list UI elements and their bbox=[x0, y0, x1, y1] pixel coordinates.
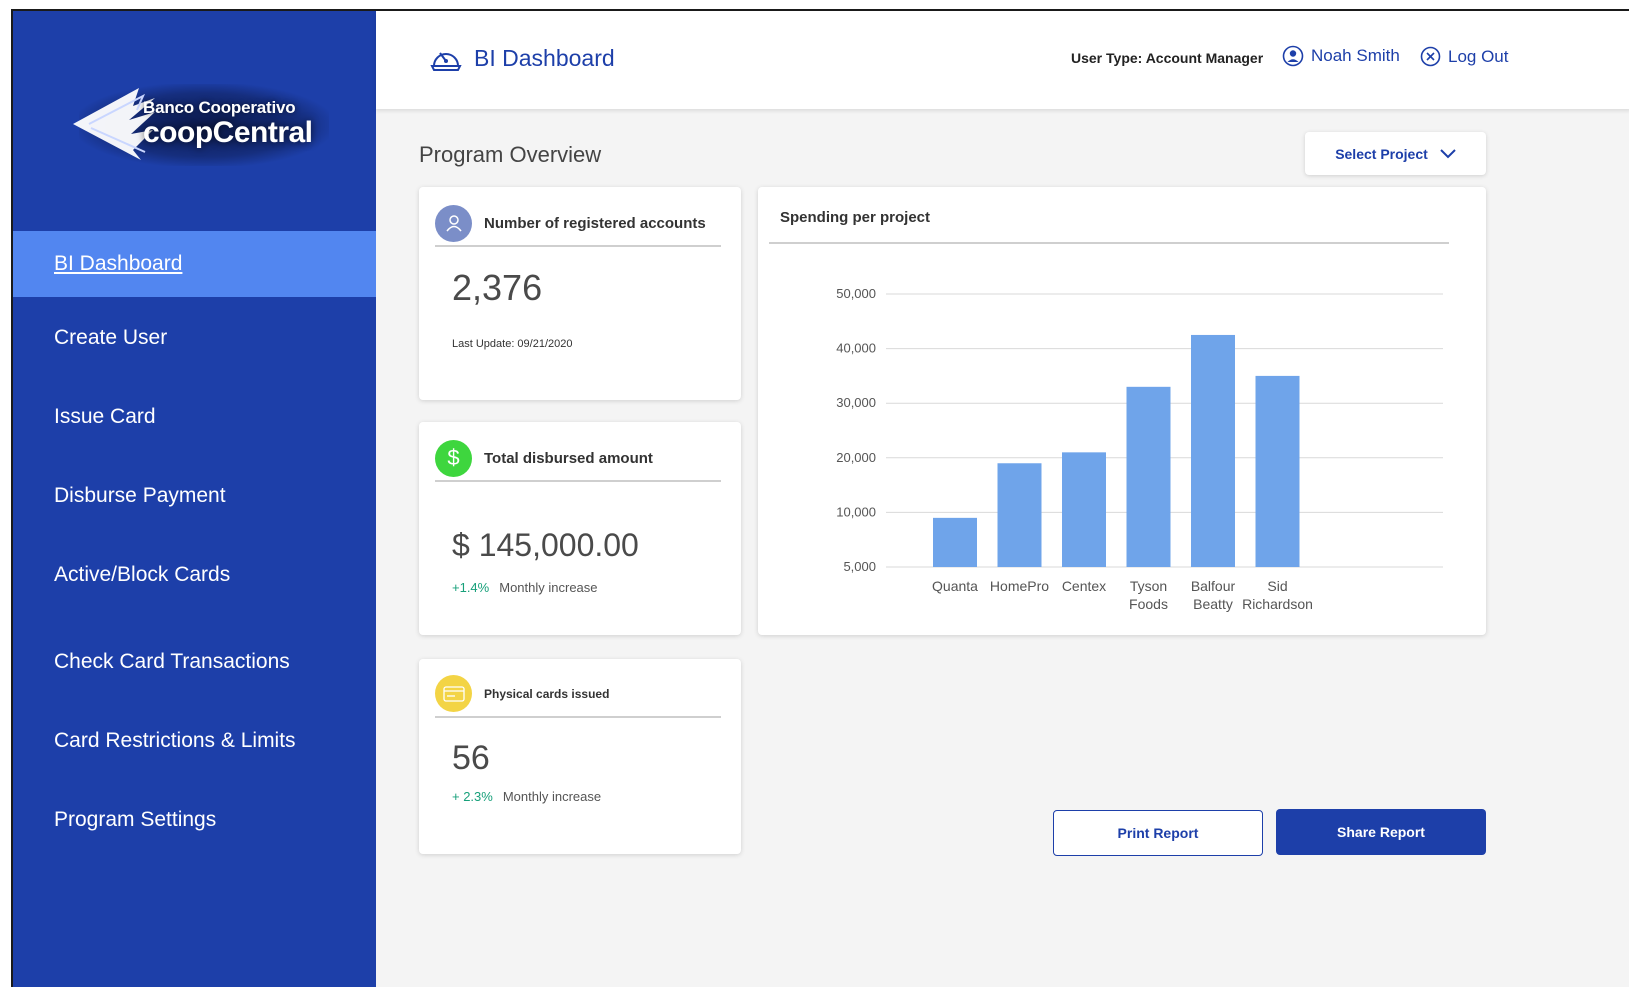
user-icon bbox=[435, 204, 472, 242]
credit-card-icon bbox=[435, 675, 472, 712]
sidebar-item-card-restrictions[interactable]: Card Restrictions & Limits bbox=[13, 708, 376, 774]
x-tick-label: Balfour bbox=[1191, 578, 1236, 594]
registered-accounts-label: Number of registered accounts bbox=[484, 214, 706, 232]
sidebar-item-issue-card[interactable]: Issue Card bbox=[13, 384, 376, 450]
x-tick-label: Sid bbox=[1267, 578, 1287, 594]
bank-logo: Banco Cooperativo coopCentral bbox=[69, 76, 329, 172]
user-profile-link[interactable]: Noah Smith bbox=[1282, 45, 1400, 67]
speedometer-icon bbox=[430, 52, 462, 71]
app-frame: Banco Cooperativo coopCentral BI Dashboa… bbox=[11, 9, 1629, 987]
y-tick-label: 20,000 bbox=[836, 450, 876, 465]
physical-change: + 2.3% bbox=[452, 789, 493, 804]
bar[interactable] bbox=[1126, 386, 1171, 567]
physical-cards-card: Physical cards issued 56 + 2.3% Monthly i… bbox=[419, 659, 741, 854]
logo-line1: Banco Cooperativo bbox=[143, 98, 296, 117]
x-tick-label: Beatty bbox=[1193, 596, 1233, 612]
sidebar-item-check-card-transactions[interactable]: Check Card Transactions bbox=[13, 629, 376, 695]
y-tick-label: 50,000 bbox=[836, 286, 876, 301]
total-disbursed-label: Total disbursed amount bbox=[484, 449, 653, 467]
bar[interactable] bbox=[1062, 452, 1106, 567]
bar[interactable] bbox=[933, 517, 977, 567]
sidebar-item-program-settings[interactable]: Program Settings bbox=[13, 787, 376, 853]
physical-change-label: Monthly increase bbox=[502, 789, 602, 804]
bar[interactable] bbox=[997, 463, 1042, 567]
logo-line2: coopCentral bbox=[143, 116, 313, 149]
registered-accounts-value: 2,376 bbox=[452, 267, 543, 308]
sidebar-item-disburse-payment[interactable]: Disburse Payment bbox=[13, 463, 376, 529]
share-report-button[interactable]: Share Report bbox=[1276, 809, 1486, 855]
sidebar-item-create-user[interactable]: Create User bbox=[13, 305, 376, 371]
logout-link[interactable]: Log Out bbox=[1420, 46, 1509, 67]
y-tick-label: 40,000 bbox=[836, 341, 876, 356]
dollar-icon: $ bbox=[435, 439, 472, 477]
y-tick-label: 30,000 bbox=[836, 395, 876, 410]
y-tick-label: 5,000 bbox=[843, 559, 876, 574]
total-disbursed-card: $ Total disbursed amount $ 145,000.00 +1… bbox=[419, 422, 741, 635]
x-tick-label: Tyson bbox=[1130, 578, 1167, 594]
bar[interactable] bbox=[1255, 375, 1300, 567]
disbursed-change: +1.4% bbox=[452, 580, 490, 595]
disbursed-change-label: Monthly increase bbox=[499, 580, 598, 595]
x-tick-label: Quanta bbox=[932, 578, 978, 594]
last-update-text: Last Update: 09/21/2020 bbox=[452, 338, 573, 350]
y-tick-label: 10,000 bbox=[836, 504, 876, 519]
chevron-down-icon bbox=[1440, 148, 1456, 158]
x-tick-label: Foods bbox=[1129, 596, 1168, 612]
user-name: Noah Smith bbox=[1311, 46, 1400, 65]
physical-cards-label: Physical cards issued bbox=[484, 686, 610, 701]
bar[interactable] bbox=[1191, 334, 1235, 567]
sidebar: Banco Cooperativo coopCentral BI Dashboa… bbox=[13, 11, 376, 987]
select-project-label: Select Project bbox=[1335, 145, 1428, 162]
section-title: Program Overview bbox=[419, 142, 602, 167]
user-circle-icon bbox=[1282, 45, 1304, 67]
x-tick-label: Centex bbox=[1062, 578, 1106, 594]
header-title-group: BI Dashboard bbox=[430, 44, 615, 72]
user-type-label: User Type: Account Manager bbox=[1071, 50, 1264, 66]
x-tick-label: Richardson bbox=[1242, 596, 1313, 612]
logout-label: Log Out bbox=[1448, 46, 1509, 66]
page-title: BI Dashboard bbox=[474, 44, 615, 71]
spending-chart-card: Spending per project 5,000 10,000 20,000 30… bbox=[758, 187, 1486, 635]
registered-accounts-card: Number of registered accounts 2,376 Last… bbox=[419, 187, 741, 400]
top-header: BI Dashboard User Type: Account Manager … bbox=[376, 11, 1629, 109]
spending-bar-chart: 5,000 10,000 20,000 30,000 40,000 50,000 Quant… bbox=[836, 286, 1443, 612]
sidebar-item-active-block-cards[interactable]: Active/Block Cards bbox=[13, 542, 376, 608]
physical-cards-value: 56 bbox=[452, 739, 490, 777]
x-tick-label: HomePro bbox=[990, 578, 1049, 594]
close-circle-icon bbox=[1420, 46, 1441, 67]
print-report-button[interactable]: Print Report bbox=[1053, 810, 1263, 856]
select-project-dropdown[interactable]: Select Project bbox=[1305, 132, 1486, 175]
sidebar-item-bi-dashboard[interactable]: BI Dashboard bbox=[13, 231, 376, 297]
total-disbursed-value: $ 145,000.00 bbox=[452, 527, 639, 563]
